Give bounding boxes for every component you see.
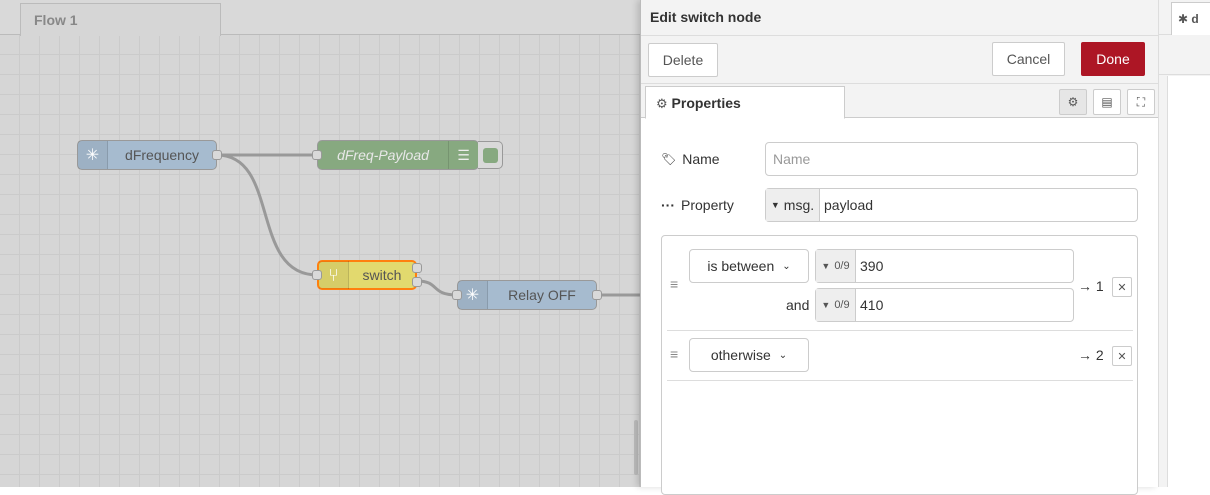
switch-icon: ⑂: [319, 261, 349, 289]
property-type-select[interactable]: ▼ msg.: [766, 189, 820, 221]
node-relay-off[interactable]: ✳ Relay OFF: [457, 280, 597, 310]
wires-layer: [216, 153, 640, 297]
cancel-button[interactable]: Cancel: [992, 42, 1065, 76]
properties-form: 🏷 Name Name ··· Property ▼ msg. payload …: [641, 118, 1158, 495]
sidebar: ✱ d: [1158, 0, 1210, 487]
name-input[interactable]: Name: [765, 142, 1138, 176]
tray-title: Edit switch node: [641, 0, 1158, 36]
output-port[interactable]: [212, 150, 222, 160]
bug-icon: ✱: [1178, 12, 1189, 26]
node-label: switch: [362, 267, 402, 283]
chevron-down-icon: ⌄: [778, 349, 788, 361]
edit-tray: Edit switch node Delete Cancel Done ⚙ Pr…: [640, 0, 1158, 495]
input-port[interactable]: [312, 270, 322, 280]
done-button[interactable]: Done: [1081, 42, 1145, 76]
number-type-icon: 0/9: [834, 260, 850, 272]
output-port[interactable]: [592, 290, 602, 300]
gear-icon[interactable]: ⚙: [1059, 89, 1087, 115]
name-label: Name: [682, 151, 720, 167]
gear-icon: ⚙: [656, 96, 668, 111]
remove-rule-button[interactable]: ✕: [1112, 277, 1132, 297]
value2: 410: [860, 297, 884, 313]
node-label: dFreq-Payload: [337, 147, 429, 163]
debug-toggle-button[interactable]: [478, 141, 503, 169]
tag-icon: 🏷: [661, 152, 677, 166]
output-label: → 1: [1078, 278, 1104, 294]
caret-down-icon: ▼: [821, 261, 831, 271]
property-prefix: msg.: [783, 197, 815, 213]
output-port-1[interactable]: [412, 263, 422, 273]
value1: 390: [860, 258, 884, 274]
list-icon: ☰: [448, 141, 478, 169]
operator-value: otherwise: [710, 347, 771, 363]
rule-row: ≡ is between ⌄ ▼ 0/9 390 and ▼ 0/9 410 →…: [667, 236, 1133, 331]
wire-switch-to-relay: [416, 279, 458, 297]
tab-properties[interactable]: ⚙ Properties: [645, 86, 845, 119]
node-dfreq-payload[interactable]: dFreq-Payload ☰: [317, 140, 479, 170]
ellipsis-icon: ···: [661, 197, 675, 213]
property-label: Property: [681, 197, 734, 213]
operator-value: is between: [707, 258, 775, 274]
property-value: payload: [824, 197, 874, 213]
property-input[interactable]: ▼ msg. payload: [765, 188, 1138, 222]
remove-rule-button[interactable]: ✕: [1112, 346, 1132, 366]
caret-down-icon: ▼: [821, 300, 831, 310]
output-label: → 2: [1078, 347, 1104, 363]
rules-list: ≡ is between ⌄ ▼ 0/9 390 and ▼ 0/9 410 →…: [661, 235, 1138, 495]
inject-icon: ✳: [458, 281, 488, 309]
name-row-label: 🏷 Name: [661, 151, 720, 167]
toggle-indicator: [482, 147, 498, 163]
sidebar-tabs: ✱ d: [1159, 0, 1210, 35]
node-switch[interactable]: ⑂ switch: [317, 260, 417, 290]
and-label: and: [786, 297, 810, 313]
rule-row: ≡ otherwise ⌄ → 2 ✕: [667, 331, 1133, 381]
name-placeholder: Name: [773, 151, 811, 167]
property-row-label: ··· Property: [661, 197, 734, 213]
number-type-icon: 0/9: [834, 299, 850, 311]
operator-select[interactable]: is between ⌄: [689, 249, 809, 283]
document-icon[interactable]: ▤: [1093, 89, 1121, 115]
input-port[interactable]: [452, 290, 462, 300]
node-dfrequency[interactable]: ✳ dFrequency: [77, 140, 217, 170]
tray-toolbar: Delete Cancel Done: [641, 36, 1158, 84]
sidebar-toolbar: [1159, 35, 1210, 75]
wire-dfrequency-to-switch: [216, 153, 318, 277]
inject-icon: ✳: [78, 141, 108, 169]
flow-workspace[interactable]: Flow 1 ✳ dFrequency dFreq-Payload ☰ ⑂ sw…: [0, 0, 640, 487]
tab-label: d: [1191, 12, 1199, 26]
caret-down-icon: ▼: [770, 200, 780, 210]
value1-type-select[interactable]: ▼ 0/9: [816, 250, 856, 282]
value1-input[interactable]: ▼ 0/9 390: [815, 249, 1074, 283]
operator-select[interactable]: otherwise ⌄: [689, 338, 809, 372]
drag-handle-icon[interactable]: ≡: [670, 346, 678, 362]
node-label: dFrequency: [125, 147, 199, 163]
frame-icon[interactable]: ⛶: [1127, 89, 1155, 115]
value2-type-select[interactable]: ▼ 0/9: [816, 289, 856, 321]
drag-handle-icon[interactable]: ≡: [670, 276, 678, 292]
delete-button[interactable]: Delete: [648, 43, 718, 77]
sidebar-content: [1167, 76, 1210, 487]
tray-tabs: ⚙ Properties ⚙ ▤ ⛶: [641, 84, 1158, 119]
value2-input[interactable]: ▼ 0/9 410: [815, 288, 1074, 322]
chevron-down-icon: ⌄: [782, 260, 791, 272]
output-port-2[interactable]: [412, 277, 422, 287]
node-label: Relay OFF: [508, 287, 576, 303]
tab-debug[interactable]: ✱ d: [1171, 2, 1210, 35]
tab-label: Properties: [671, 95, 741, 111]
resize-handle[interactable]: [634, 420, 638, 475]
input-port[interactable]: [312, 150, 322, 160]
